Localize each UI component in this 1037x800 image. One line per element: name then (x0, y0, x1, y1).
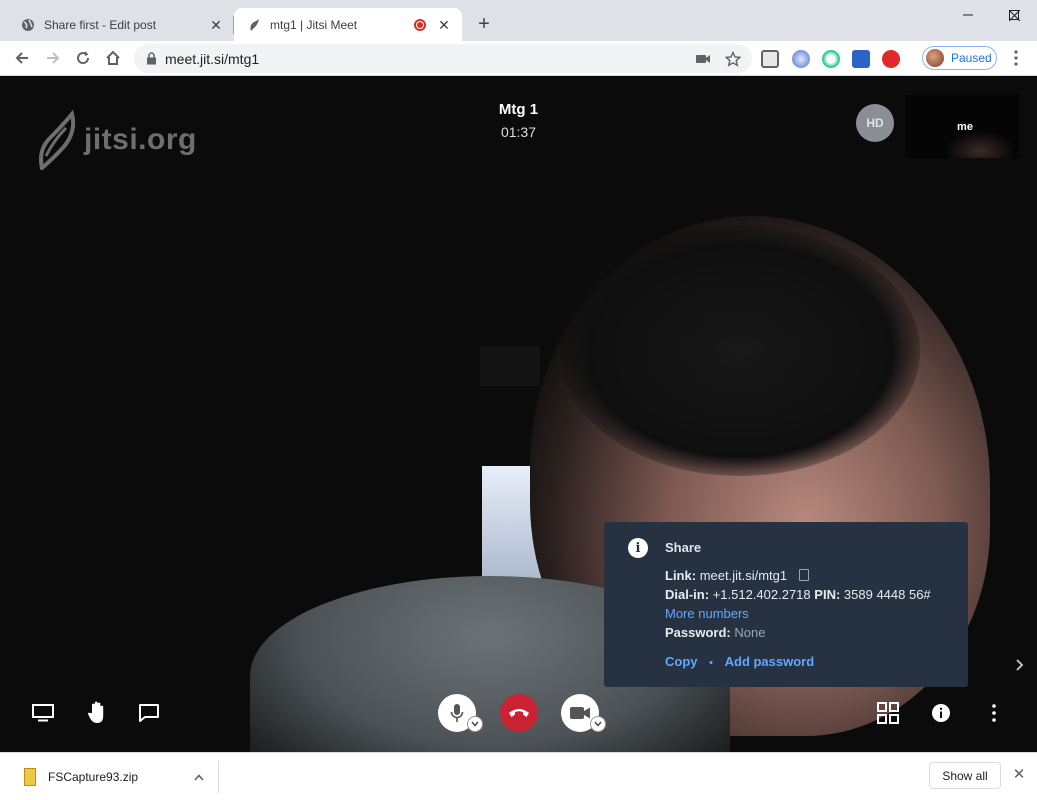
password-label: Password: (665, 625, 731, 640)
participant-video-hair (560, 226, 920, 476)
browser-toolbar: meet.jit.si/mtg1 (0, 41, 1037, 76)
download-bar: FSCapture93.zip (0, 752, 1037, 800)
tab-jitsi-meet[interactable]: mtg1 | Jitsi Meet ✕ (234, 8, 462, 41)
tab-title: Share first - Edit post (44, 17, 157, 32)
minimize-button[interactable] (945, 0, 991, 30)
background-object (480, 346, 540, 386)
tile-grid-icon (877, 702, 899, 724)
back-arrow-icon[interactable] (9, 45, 35, 71)
tab-title: mtg1 | Jitsi Meet (270, 17, 358, 32)
microphone-icon (450, 704, 464, 722)
camera-options-chevron-down-icon[interactable] (590, 716, 606, 732)
camera-icon (570, 707, 590, 719)
extension-shield-icon[interactable] (761, 50, 779, 68)
tile-view-button[interactable] (873, 698, 903, 728)
popup-actions: Copy • Add password (665, 654, 814, 669)
forward-arrow-icon[interactable] (40, 45, 66, 71)
jitsi-logo: jitsi.org (36, 110, 197, 170)
copy-button[interactable]: Copy (665, 654, 698, 669)
thumbnail-video (945, 131, 1015, 158)
jitsi-leaf-icon (39, 110, 76, 170)
extension-green-icon[interactable] (822, 50, 840, 68)
info-icon: i (628, 538, 648, 558)
show-all-button[interactable]: Show all (929, 762, 1001, 789)
hangup-phone-icon (509, 709, 529, 717)
copy-icon[interactable] (798, 569, 809, 581)
extension-compass-icon[interactable] (792, 50, 810, 68)
download-item[interactable]: FSCapture93.zip (14, 761, 218, 793)
raise-hand-button[interactable] (82, 698, 112, 728)
info-circle-icon (932, 704, 950, 722)
home-icon[interactable] (100, 45, 126, 71)
close-tab-icon[interactable]: ✕ (436, 17, 452, 33)
dialin-label: Dial-in: (665, 587, 710, 602)
extension-red-icon[interactable] (882, 50, 900, 68)
password-value: None (734, 625, 766, 640)
window-close-button[interactable] (994, 0, 1034, 30)
lock-icon[interactable] (146, 52, 157, 65)
menu-kebab-icon[interactable] (1003, 45, 1029, 71)
link-label: Link: (665, 568, 697, 583)
jitsi-icon (246, 17, 262, 33)
globe-icon (20, 17, 36, 33)
chat-icon (139, 704, 159, 722)
share-info-popup: i Share Link: meet.jit.si/mtg1 Dial-in: … (604, 522, 968, 687)
local-video-thumbnail[interactable]: me (905, 95, 1019, 158)
new-tab-button[interactable]: + (472, 12, 496, 36)
chat-button[interactable] (134, 698, 164, 728)
avatar (926, 49, 944, 67)
dialin-row: Dial-in: +1.512.402.2718 PIN: 3589 4448 … (665, 587, 931, 602)
password-row: Password: None (665, 625, 765, 640)
profile-button[interactable]: Paused (922, 46, 997, 70)
extension-user-icon[interactable] (852, 50, 870, 68)
recording-icon (414, 18, 426, 31)
tab-share-first[interactable]: Share first - Edit post ✕ (8, 8, 234, 41)
screen-share-button[interactable] (28, 698, 58, 728)
bookmark-star-icon[interactable] (722, 48, 744, 70)
camera-permission-icon[interactable] (692, 48, 714, 70)
dialin-value: +1.512.402.2718 (712, 587, 811, 602)
download-file-name: FSCapture93.zip (48, 770, 139, 784)
microphone-options-chevron-down-icon[interactable] (467, 716, 483, 732)
url-text: meet.jit.si/mtg1 (165, 50, 260, 67)
chevron-right-icon[interactable] (1016, 658, 1024, 676)
chevron-up-icon[interactable] (194, 768, 204, 786)
local-participant-name: me (957, 121, 973, 133)
pin-value: 3589 4448 56# (843, 587, 931, 602)
pin-label: PIN: (814, 587, 841, 602)
link-row: Link: meet.jit.si/mtg1 (665, 568, 809, 583)
reload-icon[interactable] (70, 45, 96, 71)
raise-hand-icon (88, 701, 104, 723)
zip-file-icon (24, 768, 36, 786)
download-divider (218, 761, 219, 793)
link-value: meet.jit.si/mtg1 (699, 568, 788, 583)
close-tab-icon[interactable]: ✕ (208, 17, 224, 33)
more-vertical-icon (992, 704, 996, 722)
video-quality-badge[interactable]: HD (856, 104, 894, 142)
action-separator: • (709, 657, 713, 669)
address-bar[interactable]: meet.jit.si/mtg1 (134, 44, 752, 73)
close-download-bar-icon[interactable]: ✕ (1010, 766, 1028, 784)
hangup-button[interactable] (500, 694, 538, 732)
profile-status: Paused (951, 51, 992, 65)
add-password-button[interactable]: Add password (725, 654, 815, 669)
meeting-info-button[interactable] (926, 698, 956, 728)
tab-strip: Share first - Edit post ✕ mtg1 | Jitsi M… (0, 0, 1037, 41)
screen-share-icon (32, 704, 54, 722)
popup-title: Share (665, 540, 702, 555)
more-options-button[interactable] (979, 698, 1009, 728)
more-numbers-link[interactable]: More numbers (665, 606, 749, 621)
